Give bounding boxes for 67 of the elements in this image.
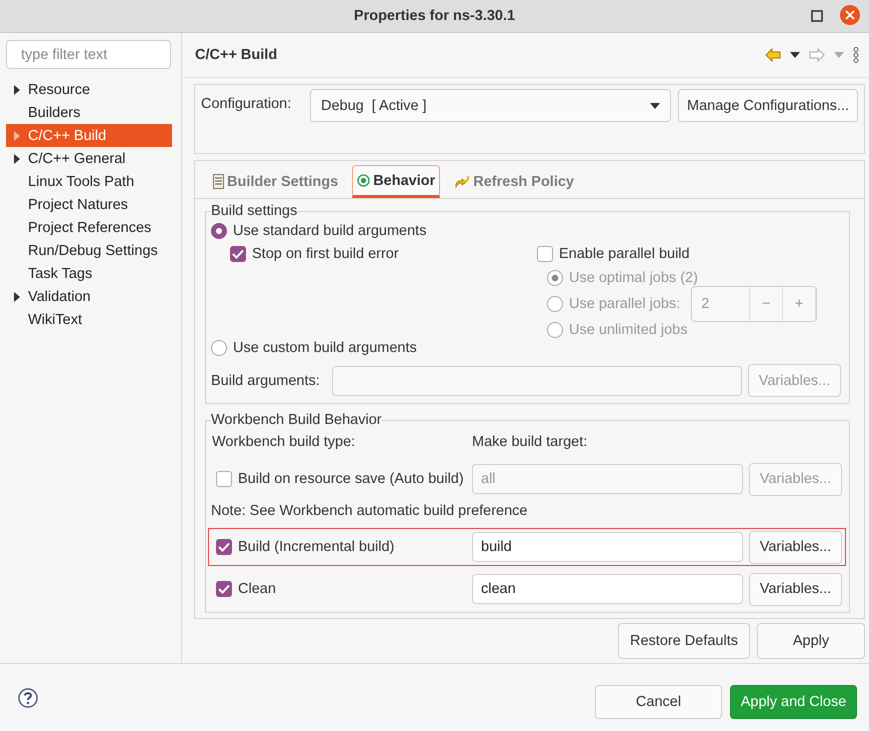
cancel-button[interactable]: Cancel	[595, 684, 722, 718]
column-label: Make build target:	[472, 434, 588, 450]
variables-button[interactable]: Variables...	[749, 530, 842, 564]
radio-button[interactable]	[211, 340, 227, 356]
tab[interactable]: Refresh Policy	[450, 165, 578, 198]
sidebar-item[interactable]: Resource	[6, 78, 172, 101]
maximize-icon[interactable]	[811, 10, 823, 22]
checkbox-label: Clean	[238, 581, 276, 597]
checkbox[interactable]	[537, 246, 553, 262]
page-title: C/C++ Build	[195, 47, 278, 63]
back-arrow-icon[interactable]	[765, 48, 781, 62]
note-text: Note: See Workbench automatic build preference	[211, 502, 528, 521]
radio-button[interactable]	[547, 322, 563, 338]
sidebar-item[interactable]: WikiText	[6, 308, 172, 331]
configuration-dropdown[interactable]: Debug [ Active ]	[310, 89, 671, 122]
refresh-icon	[454, 174, 470, 189]
configuration-label: Configuration:	[201, 96, 292, 112]
radio-label: Use parallel jobs:	[569, 296, 680, 312]
apply-button[interactable]: Apply	[757, 623, 865, 659]
radio-label: Use optimal jobs (2)	[569, 270, 698, 286]
variables-button[interactable]: Variables...	[749, 572, 842, 606]
sidebar-item[interactable]: Project Natures	[6, 193, 172, 216]
checkbox-label: Build (Incremental build)	[238, 539, 394, 555]
checkbox[interactable]	[230, 246, 246, 262]
sidebar-item[interactable]: Task Tags	[6, 262, 172, 285]
checkbox[interactable]	[216, 581, 232, 597]
forward-arrow-icon[interactable]	[809, 48, 825, 62]
sidebar-item[interactable]: Builders	[6, 101, 172, 124]
expand-icon[interactable]	[14, 84, 20, 94]
help-icon[interactable]	[18, 688, 38, 708]
radio-button[interactable]	[547, 296, 563, 312]
close-icon[interactable]	[840, 5, 860, 25]
radio-button[interactable]	[547, 270, 563, 286]
sidebar-item[interactable]: C/C++ General	[6, 147, 172, 170]
radio-label: Use unlimited jobs	[569, 322, 688, 338]
filter-field[interactable]: type filter text	[6, 40, 171, 69]
caret-icon	[650, 102, 660, 108]
sidebar-item[interactable]: Project References	[6, 216, 172, 239]
radio-button[interactable]	[211, 222, 227, 238]
sidebar-item[interactable]: Run/Debug Settings	[6, 239, 172, 262]
more-icon[interactable]	[853, 47, 859, 63]
build-target-field[interactable]: clean	[472, 574, 743, 604]
checkbox[interactable]	[216, 539, 232, 555]
sidebar-item[interactable]: Validation	[6, 285, 172, 308]
document-icon	[213, 174, 224, 189]
restore-defaults-button[interactable]: Restore Defaults	[618, 623, 750, 659]
column-label: Workbench build type:	[212, 434, 356, 450]
radio-label: Use custom build arguments	[233, 340, 417, 356]
group-title: Build settings	[211, 203, 298, 219]
window-title: Properties for ns-3.30.1	[354, 8, 516, 24]
manage-configurations-button[interactable]: Manage Configurations...	[678, 89, 858, 122]
target-icon	[357, 174, 370, 187]
group-title: Workbench Build Behavior	[211, 412, 382, 428]
radio-label: Use standard build arguments	[233, 222, 426, 238]
tab[interactable]: Builder Settings	[209, 165, 342, 198]
build-arguments-label: Build arguments:	[211, 372, 321, 388]
checkbox-label: Enable parallel build	[559, 246, 690, 262]
dropdown-icon[interactable]	[790, 52, 800, 58]
checkbox[interactable]	[216, 471, 232, 487]
sidebar-item[interactable]: C/C++ Build	[6, 124, 172, 147]
checkbox-label: Build on resource save (Auto build)	[238, 471, 464, 487]
expand-icon[interactable]	[14, 154, 20, 164]
tab[interactable]: Behavior	[352, 165, 440, 198]
build-target-field[interactable]: build	[472, 532, 743, 562]
checkbox-label: Stop on first build error	[252, 246, 399, 262]
expand-icon[interactable]	[14, 292, 20, 302]
sidebar-item[interactable]: Linux Tools Path	[6, 170, 172, 193]
